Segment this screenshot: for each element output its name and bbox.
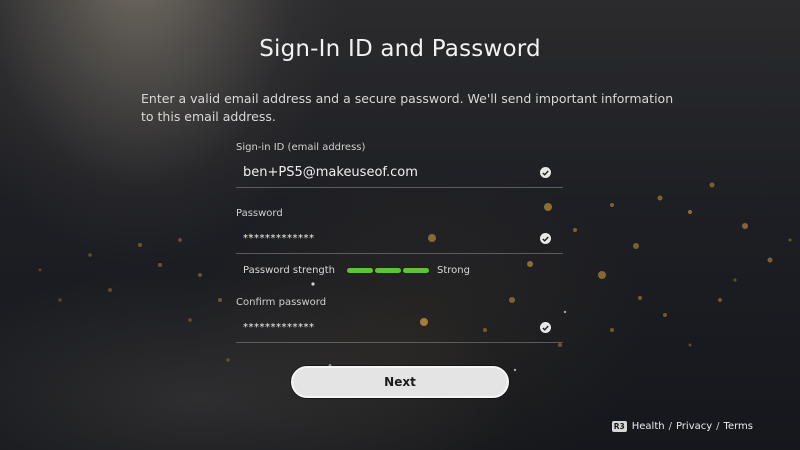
signin-id-field[interactable]: Sign-in ID (email address) ben+PS5@makeu…	[236, 142, 563, 188]
password-strength-label: Password strength	[243, 264, 336, 276]
strength-bars	[347, 267, 431, 273]
password-strength-meter: Password strength Strong	[243, 263, 470, 277]
r3-button-icon: R3	[611, 421, 627, 432]
footer-separator: /	[668, 421, 672, 432]
signin-id-label: Sign-in ID (email address)	[236, 142, 366, 153]
check-icon	[540, 322, 551, 333]
password-input[interactable]: *************	[236, 225, 563, 254]
signin-id-value: ben+PS5@makeuseof.com	[243, 165, 418, 180]
password-value: *************	[243, 233, 315, 244]
page-title: Sign-In ID and Password	[259, 36, 541, 62]
strength-bar	[347, 267, 374, 273]
footer-links: R3 Health / Privacy / Terms	[611, 421, 753, 432]
confirm-password-label: Confirm password	[236, 297, 327, 308]
footer-separator: /	[716, 421, 720, 432]
footer-link-privacy[interactable]: Privacy	[676, 421, 712, 432]
password-label: Password	[236, 208, 283, 219]
check-icon	[540, 233, 551, 244]
confirm-password-field[interactable]: Confirm password *************	[236, 297, 563, 343]
footer-link-terms[interactable]: Terms	[724, 421, 753, 432]
password-field[interactable]: Password *************	[236, 208, 563, 254]
strength-bar	[375, 267, 402, 273]
confirm-password-input[interactable]: *************	[236, 314, 563, 343]
password-strength-value: Strong	[437, 264, 470, 276]
page-description: Enter a valid email address and a secure…	[141, 91, 674, 124]
signin-id-input[interactable]: ben+PS5@makeuseof.com	[236, 159, 563, 188]
next-button[interactable]: Next	[291, 366, 509, 398]
confirm-password-value: *************	[243, 322, 315, 333]
footer-link-health[interactable]: Health	[632, 421, 665, 432]
check-icon	[540, 167, 551, 178]
strength-bar	[403, 267, 430, 273]
